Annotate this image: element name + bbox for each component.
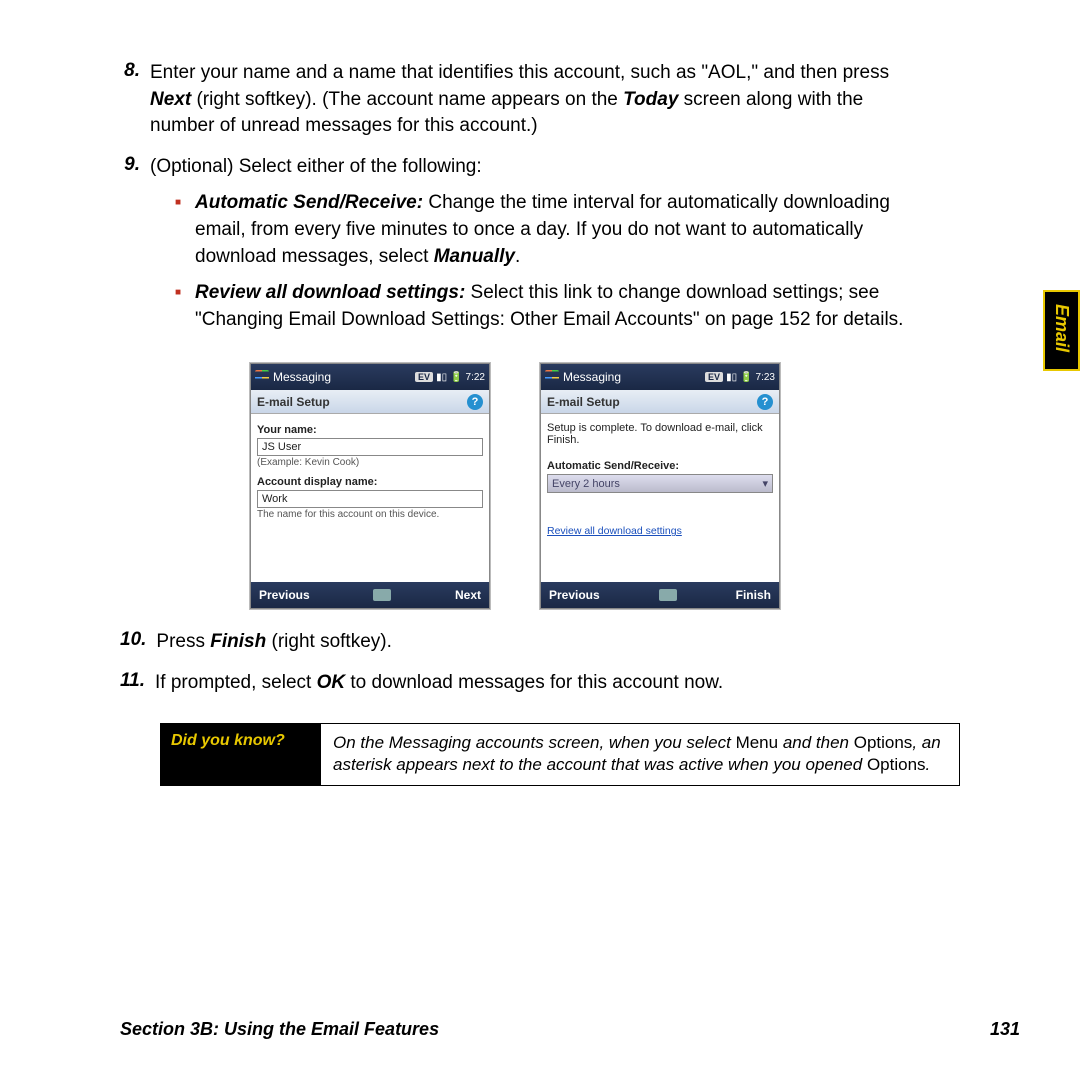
chevron-down-icon: ▾	[762, 477, 768, 490]
did-you-know-box: Did you know? On the Messaging accounts …	[160, 723, 960, 787]
step-10: 10. Press Finish (right softkey).	[120, 629, 930, 656]
help-icon: ?	[757, 394, 773, 410]
step-body: If prompted, select OK to download messa…	[155, 670, 930, 697]
review-settings-link: Review all download settings	[547, 525, 773, 537]
keyboard-icon	[373, 589, 391, 601]
ui-term-next: Next	[150, 89, 191, 110]
step-9: 9. (Optional) Select either of the follo…	[120, 154, 930, 344]
signal-icon: ▮▯	[726, 372, 737, 383]
start-icon	[255, 370, 269, 384]
ui-term-options: Options	[854, 733, 913, 752]
step-8: 8. Enter your name and a name that ident…	[120, 60, 930, 140]
chapter-tab: Email	[1043, 290, 1080, 371]
phone-titlebar: Messaging EV▮▯🔋 7:22	[251, 364, 489, 390]
phone-subtitle: E-mail Setup ?	[541, 390, 779, 414]
asr-dropdown: Every 2 hours▾	[547, 474, 773, 493]
bullet-auto-send-receive: Automatic Send/Receive: Change the time …	[195, 190, 930, 270]
step-number: 9.	[120, 154, 150, 344]
step-number: 8.	[120, 60, 150, 140]
ev-icon: EV	[705, 372, 723, 382]
step-number: 10.	[120, 629, 156, 656]
start-icon	[545, 370, 559, 384]
bullet-lead: Review all download settings:	[195, 282, 465, 303]
screenshot-email-setup-complete: Messaging EV▮▯🔋 7:23 E-mail Setup ? Setup…	[540, 363, 780, 609]
ui-term-menu: Menu	[736, 733, 779, 752]
phone-time: 7:22	[466, 372, 485, 383]
did-you-know-label: Did you know?	[161, 724, 321, 786]
phone-status: EV▮▯🔋 7:23	[705, 372, 775, 383]
ui-term-ok: OK	[317, 672, 346, 693]
your-name-input: JS User	[257, 438, 483, 456]
softkey-finish: Finish	[736, 588, 771, 602]
phone-subtitle: E-mail Setup ?	[251, 390, 489, 414]
account-name-hint: The name for this account on this device…	[257, 509, 483, 520]
phone-status: EV▮▯🔋 7:22	[415, 372, 485, 383]
step-body: Enter your name and a name that identifi…	[150, 60, 930, 140]
page-footer: Section 3B: Using the Email Features 131	[120, 1019, 1020, 1040]
step-body: (Optional) Select either of the followin…	[150, 154, 930, 344]
step-body: Press Finish (right softkey).	[156, 629, 930, 656]
your-name-label: Your name:	[257, 424, 483, 436]
step-11: 11. If prompted, select OK to download m…	[120, 670, 930, 697]
ui-term-finish: Finish	[210, 631, 266, 652]
setup-complete-text: Setup is complete. To download e-mail, c…	[547, 422, 773, 446]
ev-icon: EV	[415, 372, 433, 382]
phone-app-title: Messaging	[563, 370, 621, 384]
ui-term-manually: Manually	[434, 246, 515, 267]
screenshot-email-setup-name: Messaging EV▮▯🔋 7:22 E-mail Setup ? Your …	[250, 363, 490, 609]
screenshot-row: Messaging EV▮▯🔋7:22 E-mail Setup ? Your …	[250, 363, 930, 609]
account-name-input: Work	[257, 490, 483, 508]
bullet-lead: Automatic Send/Receive:	[195, 192, 423, 213]
phone-titlebar: Messaging EV▮▯🔋 7:23	[541, 364, 779, 390]
battery-icon: 🔋	[740, 372, 752, 383]
footer-section: Section 3B: Using the Email Features	[120, 1019, 439, 1040]
keyboard-icon	[659, 589, 677, 601]
asr-label: Automatic Send/Receive:	[547, 460, 773, 472]
phone-bottombar: Previous Next	[251, 582, 489, 608]
footer-page-number: 131	[990, 1019, 1020, 1040]
chapter-tab-label: Email	[1051, 304, 1072, 352]
help-icon: ?	[467, 394, 483, 410]
did-you-know-body: On the Messaging accounts screen, when y…	[321, 724, 959, 786]
phone-content: Your name: JS User (Example: Kevin Cook)…	[251, 414, 489, 582]
bullet-review-settings: Review all download settings: Select thi…	[195, 280, 930, 333]
phone-app-title: Messaging	[273, 370, 331, 384]
softkey-next: Next	[455, 588, 481, 602]
softkey-previous: Previous	[549, 588, 600, 602]
your-name-hint: (Example: Kevin Cook)	[257, 457, 483, 468]
account-name-label: Account display name:	[257, 476, 483, 488]
ui-term-options: Options	[867, 755, 926, 774]
phone-time: 7:23	[756, 372, 775, 383]
step-number: 11.	[120, 670, 155, 697]
phone-content: Setup is complete. To download e-mail, c…	[541, 414, 779, 582]
phone-bottombar: Previous Finish	[541, 582, 779, 608]
battery-icon: 🔋	[450, 372, 462, 383]
softkey-previous: Previous	[259, 588, 310, 602]
signal-icon: ▮▯	[436, 372, 447, 383]
ui-term-today: Today	[623, 89, 678, 110]
